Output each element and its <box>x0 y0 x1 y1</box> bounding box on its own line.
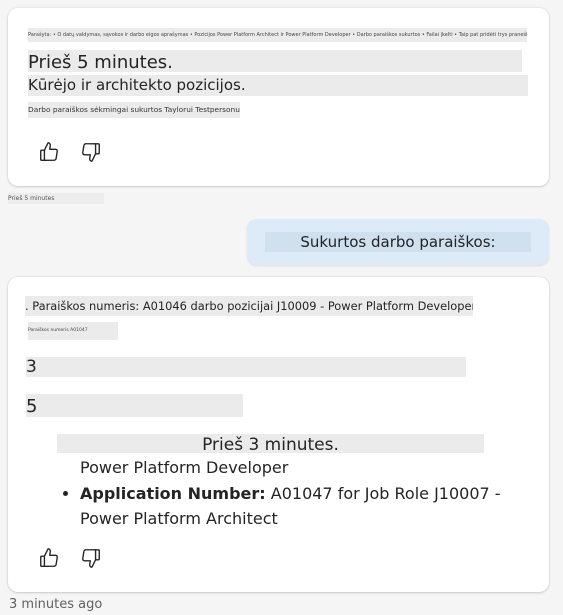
footer-timestamp: 3 minutes ago <box>9 597 103 612</box>
list-item: Application Number: A01047 for Job Role … <box>80 481 520 531</box>
message-time: Prieš 5 minutes. <box>28 50 522 72</box>
thumbs-up-icon <box>40 142 58 161</box>
user-message-bubble: Sukurtos darbo paraiškos: <box>247 219 549 265</box>
scrambled-header-text: Parašyta: • O datų valdymas, sąvokos ir … <box>28 28 527 42</box>
thumbs-up-icon <box>40 548 58 567</box>
assistant-message-card-1: Parašyta: • O datų valdymas, sąvokos ir … <box>8 8 549 186</box>
application-list: Application Number: A01047 for Job Role … <box>52 481 520 531</box>
thumbs-down-icon <box>82 549 100 568</box>
user-message-text: Sukurtos darbo paraiškos: <box>265 232 531 252</box>
previous-item-tail: Power Platform Developer <box>80 458 289 477</box>
thumbs-down-icon <box>82 143 100 162</box>
number-a: 3 <box>26 357 466 377</box>
application-number-label: Application Number: <box>80 484 266 503</box>
application-line-2-scrambled: Paraiškos numeris A01047 <box>28 322 118 340</box>
message-time-2: Prieš 3 minutes. <box>57 434 484 453</box>
assistant-message-card-2: . Paraiškos numeris: A01046 darbo pozici… <box>8 277 549 592</box>
message-subtitle: Kūrėjo ir architekto pozicijos. <box>28 75 528 96</box>
dislike-button[interactable] <box>78 139 104 165</box>
like-button[interactable] <box>36 139 62 165</box>
message-timestamp-1: Prieš 5 minutes <box>8 193 104 204</box>
like-button[interactable] <box>36 545 62 571</box>
application-line-1: . Paraiškos numeris: A01046 darbo pozici… <box>25 296 473 316</box>
dislike-button[interactable] <box>78 545 104 571</box>
message-note: Darbo paraiškos sėkmingai sukurtos Taylo… <box>28 102 240 118</box>
number-b: 5 <box>26 394 243 417</box>
